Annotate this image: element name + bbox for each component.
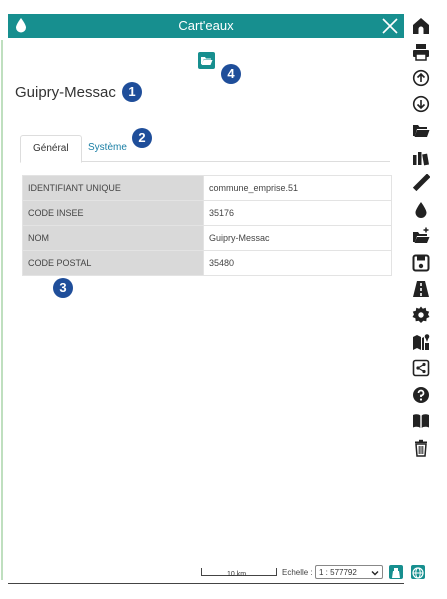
download-icon[interactable]	[412, 95, 430, 113]
footer-globe-button[interactable]	[411, 565, 425, 579]
folder-open-icon[interactable]	[412, 122, 430, 140]
home-icon[interactable]	[412, 17, 430, 35]
table-row: NOM Guipry-Messac	[22, 225, 392, 251]
bottom-divider	[8, 583, 404, 584]
right-toolbar	[404, 0, 447, 599]
scale-select-value: 1 : 577792	[319, 568, 357, 577]
table-row: IDENTIFIANT UNIQUE commune_emprise.51	[22, 175, 392, 201]
tab-bar: Général Système	[20, 135, 390, 163]
road-icon[interactable]	[412, 280, 430, 298]
left-edge	[0, 0, 8, 599]
panel-title: Cart'eaux	[178, 18, 234, 33]
attribute-key: CODE POSTAL	[22, 250, 204, 276]
attribute-key: CODE INSEE	[22, 200, 204, 226]
panel-header: Cart'eaux	[8, 14, 404, 38]
attribute-value: Guipry-Messac	[203, 225, 392, 251]
save-icon[interactable]	[412, 254, 430, 272]
folder-add-icon[interactable]	[412, 227, 430, 245]
attribute-value: commune_emprise.51	[203, 175, 392, 201]
attribute-key: NOM	[22, 225, 204, 251]
attribute-value: 35480	[203, 250, 392, 276]
attributes-table: IDENTIFIANT UNIQUE commune_emprise.51 CO…	[22, 175, 392, 276]
map-footer: 10 km Echelle : 1 : 577792	[8, 563, 447, 583]
settings-icon[interactable]	[412, 306, 430, 324]
chevron-down-icon	[371, 571, 379, 576]
tab-general[interactable]: Général	[20, 135, 82, 163]
scale-bar-label: 10 km	[227, 571, 247, 578]
upload-icon[interactable]	[412, 69, 430, 87]
share-icon[interactable]	[412, 359, 430, 377]
annotation-badge-1: 1	[122, 82, 142, 102]
folder-export-icon	[201, 57, 213, 65]
water-drop-icon[interactable]	[412, 201, 430, 219]
book-icon[interactable]	[412, 412, 430, 430]
footer-flask-button[interactable]	[389, 565, 403, 579]
attribute-key: IDENTIFIANT UNIQUE	[22, 175, 204, 201]
map-edge-strip	[1, 40, 3, 580]
ruler-icon[interactable]	[412, 174, 430, 192]
trash-icon[interactable]	[412, 439, 430, 457]
annotation-badge-3: 3	[53, 278, 73, 298]
globe-icon	[412, 567, 424, 579]
annotation-badge-4: 4	[221, 64, 241, 84]
scale-select[interactable]: 1 : 577792	[315, 565, 383, 579]
tab-systeme[interactable]: Système	[76, 135, 139, 161]
attribute-value: 35176	[203, 200, 392, 226]
help-icon[interactable]	[412, 386, 430, 404]
place-title: Guipry-Messac	[15, 84, 116, 101]
info-panel: Cart'eaux 4 Guipry-Messac 1 Général Syst…	[8, 14, 405, 566]
table-row: CODE INSEE 35176	[22, 200, 392, 226]
annotation-badge-2: 2	[132, 128, 152, 148]
scale-label: Echelle :	[282, 568, 313, 577]
map-info-icon[interactable]	[412, 333, 430, 351]
layers-catalog-icon[interactable]	[412, 148, 430, 166]
table-row: CODE POSTAL 35480	[22, 250, 392, 276]
flask-icon	[392, 568, 400, 578]
print-icon[interactable]	[412, 43, 430, 61]
close-icon[interactable]	[380, 16, 400, 36]
export-button[interactable]	[198, 52, 215, 69]
